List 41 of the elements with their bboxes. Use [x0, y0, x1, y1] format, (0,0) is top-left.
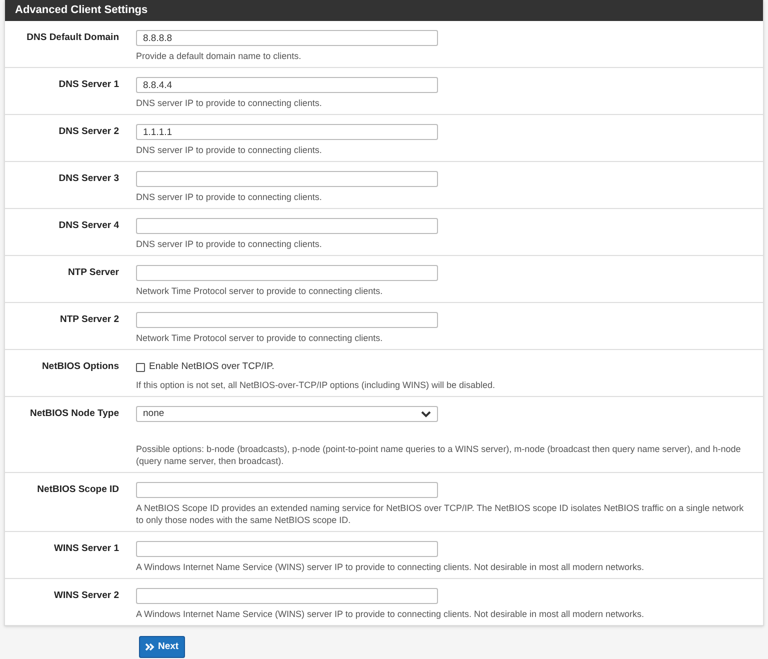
text-field[interactable]	[136, 218, 438, 234]
help-text: A Windows Internet Name Service (WINS) server IP to provide to connecting clients. Not desirable in most all modern networks.	[136, 608, 646, 620]
help-text: DNS server IP to provide to connecting clients.	[136, 191, 323, 203]
double-chevron-right-icon	[145, 643, 155, 651]
next-button[interactable]: Next	[139, 636, 185, 658]
text-field[interactable]	[136, 312, 438, 328]
field-label: NetBIOS Options	[42, 361, 119, 372]
text-field[interactable]	[136, 541, 438, 557]
field-label: WINS Server 1	[54, 543, 119, 554]
field-label: WINS Server 2	[54, 590, 119, 601]
field-label: DNS Server 1	[58, 79, 119, 90]
field-label: NTP Server	[68, 267, 119, 278]
help-text: If this option is not set, all NetBIOS-over-TCP/IP options (including WINS) will be disabled.	[136, 379, 496, 391]
field-label: NTP Server 2	[60, 314, 119, 325]
help-text: A NetBIOS Scope ID provides an extended naming service for NetBIOS over TCP/IP. The NetBIOS scope ID isolates NetBIOS traffic on a single network to only those nodes with the same NetBIOS scope ID.	[136, 502, 745, 526]
checkbox[interactable]	[136, 362, 145, 372]
help-text: A Windows Internet Name Service (WINS) server IP to provide to connecting clients. Not desirable in most all modern networks.	[136, 561, 646, 573]
field-label: DNS Server 3	[58, 173, 119, 184]
help-text: DNS server IP to provide to connecting clients.	[136, 97, 323, 109]
field-label: DNS Default Domain	[26, 32, 119, 43]
text-field[interactable]: 8.8.8.8	[136, 30, 438, 46]
help-text: Network Time Protocol server to provide to connecting clients.	[136, 332, 384, 344]
chevron-down-icon	[421, 410, 431, 418]
help-text: Provide a default domain name to clients.	[136, 50, 302, 62]
help-text: Possible options: b-node (broadcasts), p-node (point-to-point name queries to a WINS server), m-node (broadcast then query name server), and h-node (query name server, then broadcast).	[136, 443, 742, 467]
field-label: DNS Server 4	[58, 220, 119, 231]
select-dropdown[interactable]: none	[136, 406, 438, 422]
text-field[interactable]	[136, 588, 438, 604]
field-label: NetBIOS Node Type	[30, 408, 119, 419]
text-field[interactable]	[136, 482, 438, 498]
field-label: NetBIOS Scope ID	[37, 484, 119, 495]
text-field[interactable]: 8.8.4.4	[136, 77, 438, 93]
panel-header: Advanced Client Settings	[5, 0, 763, 21]
field-label: DNS Server 2	[58, 126, 119, 137]
help-text: DNS server IP to provide to connecting clients.	[136, 238, 323, 250]
text-field[interactable]	[136, 171, 438, 187]
help-text: Network Time Protocol server to provide to connecting clients.	[136, 285, 384, 297]
checkbox-label[interactable]: Enable NetBIOS over TCP/IP.	[149, 360, 274, 374]
help-text: DNS server IP to provide to connecting clients.	[136, 144, 323, 156]
text-field[interactable]: 1.1.1.1	[136, 124, 438, 140]
text-field[interactable]	[136, 265, 438, 281]
